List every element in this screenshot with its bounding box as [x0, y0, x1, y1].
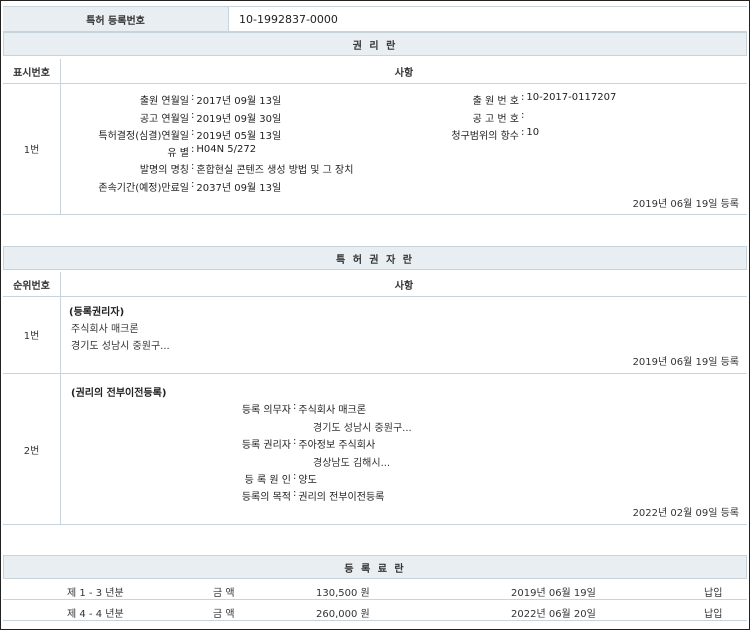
patentee-col-num: 순위번호	[3, 272, 61, 296]
patentee-row-1-name: 주식회사 매크론	[71, 324, 139, 335]
patentee-section-title: 특 허 권 자 란	[3, 246, 747, 270]
rights-registration-date: 2019년 06월 19일 등록	[632, 199, 739, 210]
fees-section-title: 등 록 료 란	[3, 555, 747, 579]
fee-status: 납입	[704, 609, 723, 620]
rights-right-item: 공 고 번 호:	[472, 110, 525, 125]
transfer-item: 등록 권리자: 주아정보 주식회사	[241, 436, 376, 451]
patentee-row-1: 1번 (등록권리자) 주식회사 매크론 경기도 성남시 중원구... 2019년…	[3, 296, 747, 374]
registration-number-label: 특허 등록번호	[3, 7, 229, 31]
rights-left-item: 공고 연월일:2019년 09월 30일	[139, 110, 282, 125]
fee-label: 금 액	[213, 609, 235, 620]
fee-period: 제 1 - 3 년분	[67, 588, 124, 599]
patentee-row-1-address: 경기도 성남시 중원구...	[71, 341, 170, 352]
patentee-row-1-num: 1번	[3, 296, 61, 373]
patentee-row-2-content: (권리의 전부이전등록) 등록 의무자: 주식회사 매크론 경기도 성남시 중원구…	[61, 374, 747, 524]
patentee-column-header: 순위번호 사항	[3, 272, 747, 297]
document-frame: 특허 등록번호 10-1992837-0000 권 리 란 표시번호 사항 1번…	[0, 0, 750, 630]
fee-amount: 130,500 원	[316, 588, 370, 599]
fee-date: 2019년 06월 19일	[511, 588, 596, 599]
patentee-row-1-registration-date: 2019년 06월 19일 등록	[632, 357, 739, 368]
rights-col-detail: 사항	[394, 67, 414, 79]
transfer-item: 등록의 목적: 권리의 전부이전등록	[241, 488, 385, 503]
rights-left-item: 특허결정(심결)연월일:2019년 05월 13일	[98, 127, 282, 142]
rights-row: 1번 출원 연월일:2017년 09월 13일 공고 연월일:2019년 09월…	[3, 83, 747, 215]
transfer-item: 등 록 원 인: 양도	[244, 471, 317, 486]
rights-section-title: 권 리 란	[3, 32, 747, 56]
fee-row: 제 1 - 3 년분 금 액 130,500 원 2019년 06월 19일 납…	[3, 580, 747, 600]
fee-date: 2022년 06월 20일	[511, 609, 596, 620]
registration-number-value: 10-1992837-0000	[239, 12, 338, 26]
rights-left-item: 존속기간(예정)만료일:2037년 09월 13일	[98, 179, 282, 194]
patentee-row-2: 2번 (권리의 전부이전등록) 등록 의무자: 주식회사 매크론 경기도 성남시 …	[3, 374, 747, 525]
transfer-item-sub: 경기도 성남시 중원구...	[313, 423, 412, 434]
rights-left-item: 유 별: H04N 5/272	[167, 144, 257, 159]
fee-label: 금 액	[213, 588, 235, 599]
patentee-row-1-content: (등록권리자) 주식회사 매크론 경기도 성남시 중원구... 2019년 06…	[61, 296, 747, 373]
patentee-row-2-num: 2번	[3, 374, 61, 524]
rights-left-item: 발명의 명칭: 혼합현실 콘텐즈 생성 방법 및 그 장치	[139, 161, 354, 176]
patentee-row-2-registration-date: 2022년 02월 09일 등록	[632, 508, 739, 519]
rights-row-num: 1번	[3, 83, 61, 214]
rights-right-item: 청구범위의 항수:10	[451, 127, 540, 142]
registration-number-row: 특허 등록번호 10-1992837-0000	[3, 6, 747, 32]
patentee-row-2-heading: (권리의 전부이전등록)	[71, 388, 167, 399]
rights-column-header: 표시번호 사항	[3, 59, 747, 84]
rights-right-item: 출 원 번 호:10-2017-0117207	[472, 92, 617, 107]
fee-status: 납입	[704, 588, 723, 599]
patentee-row-1-heading: (등록권리자)	[69, 307, 125, 318]
transfer-item: 등록 의무자: 주식회사 매크론	[241, 401, 366, 416]
fee-row: 제 4 - 4 년분 금 액 260,000 원 2022년 06월 20일 납…	[3, 601, 747, 621]
rights-col-num: 표시번호	[3, 59, 61, 83]
transfer-item-sub: 경상남도 김해시...	[313, 458, 391, 469]
fee-amount: 260,000 원	[316, 609, 370, 620]
fee-period: 제 4 - 4 년분	[67, 609, 124, 620]
rights-left-item: 출원 연월일:2017년 09월 13일	[139, 92, 282, 107]
rights-row-content: 출원 연월일:2017년 09월 13일 공고 연월일:2019년 09월 30…	[61, 83, 747, 214]
patentee-col-detail: 사항	[394, 280, 414, 292]
